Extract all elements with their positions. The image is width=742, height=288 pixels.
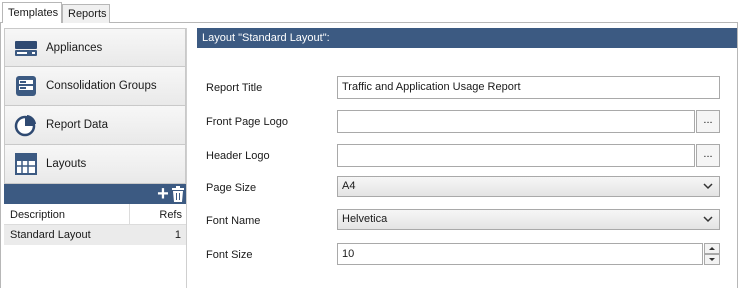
font-name-value: Helvetica [342, 213, 388, 225]
layout-editor: Layout "Standard Layout": Report Title T… [197, 28, 737, 288]
layouts-table: Description Refs Standard Layout 1 [4, 204, 186, 245]
header-logo-row: Header Logo ... [197, 144, 737, 168]
chevron-down-icon [709, 258, 715, 261]
font-name-label: Font Name [206, 215, 261, 227]
sidebar-item-label: Appliances [46, 41, 103, 54]
front-page-logo-row: Front Page Logo ... [197, 110, 737, 134]
page-size-row: Page Size A4 [197, 176, 737, 200]
font-size-label: Font Size [206, 249, 253, 261]
spin-up-button[interactable] [704, 243, 720, 254]
tab-templates[interactable]: Templates [2, 2, 62, 23]
column-header-description[interactable]: Description [4, 204, 130, 224]
table-header: Description Refs [4, 204, 186, 225]
sidebar-item-appliances[interactable]: Appliances [4, 28, 186, 67]
tab-bar: Templates Reports [0, 0, 742, 23]
report-title-input[interactable]: Traffic and Application Usage Report [337, 76, 720, 99]
sidebar: Appliances Consolidation Groups Report D… [4, 28, 187, 288]
sidebar-item-label: Report Data [46, 119, 109, 131]
trash-icon[interactable] [171, 186, 185, 202]
chevron-down-icon [703, 214, 713, 224]
add-icon[interactable]: + [154, 184, 172, 204]
layouts-toolbar: + [4, 184, 186, 204]
table-row[interactable]: Standard Layout 1 [4, 225, 186, 245]
page-size-label: Page Size [206, 182, 257, 194]
font-size-spinner [704, 243, 720, 265]
front-page-logo-browse-button[interactable]: ... [696, 110, 720, 133]
sidebar-item-report-data[interactable]: Report Data [4, 106, 186, 145]
sidebar-item-label: Consolidation Groups [46, 80, 157, 92]
pie-chart-icon [13, 112, 39, 138]
tab-reports[interactable]: Reports [62, 4, 110, 23]
row-refs: 1 [174, 229, 181, 241]
chevron-down-icon [703, 181, 713, 191]
header-logo-input[interactable] [337, 144, 695, 167]
layout-editor-header: Layout "Standard Layout": [197, 28, 737, 48]
column-header-refs[interactable]: Refs [130, 204, 186, 224]
front-page-logo-label: Front Page Logo [206, 116, 288, 128]
spin-down-button[interactable] [704, 254, 720, 265]
header-logo-browse-button[interactable]: ... [696, 144, 720, 167]
font-name-row: Font Name Helvetica [197, 209, 737, 233]
sidebar-item-consolidation-groups[interactable]: Consolidation Groups [4, 67, 186, 106]
report-title-label: Report Title [206, 82, 263, 94]
grid-layout-icon [13, 151, 39, 177]
font-size-input[interactable]: 10 [337, 243, 703, 265]
report-title-row: Report Title Traffic and Application Usa… [197, 76, 737, 100]
sidebar-item-layouts[interactable]: Layouts [4, 145, 186, 184]
row-description: Standard Layout [10, 229, 91, 241]
font-size-row: Font Size 10 [197, 243, 737, 267]
front-page-logo-input[interactable] [337, 110, 695, 133]
header-logo-label: Header Logo [206, 150, 270, 162]
font-name-select[interactable]: Helvetica [337, 209, 720, 230]
chevron-up-icon [709, 247, 715, 250]
consolidation-groups-icon [13, 73, 39, 99]
appliance-icon [13, 35, 39, 61]
page-size-select[interactable]: A4 [337, 176, 720, 197]
sidebar-item-label: Layouts [46, 158, 87, 170]
page-size-value: A4 [342, 180, 356, 192]
